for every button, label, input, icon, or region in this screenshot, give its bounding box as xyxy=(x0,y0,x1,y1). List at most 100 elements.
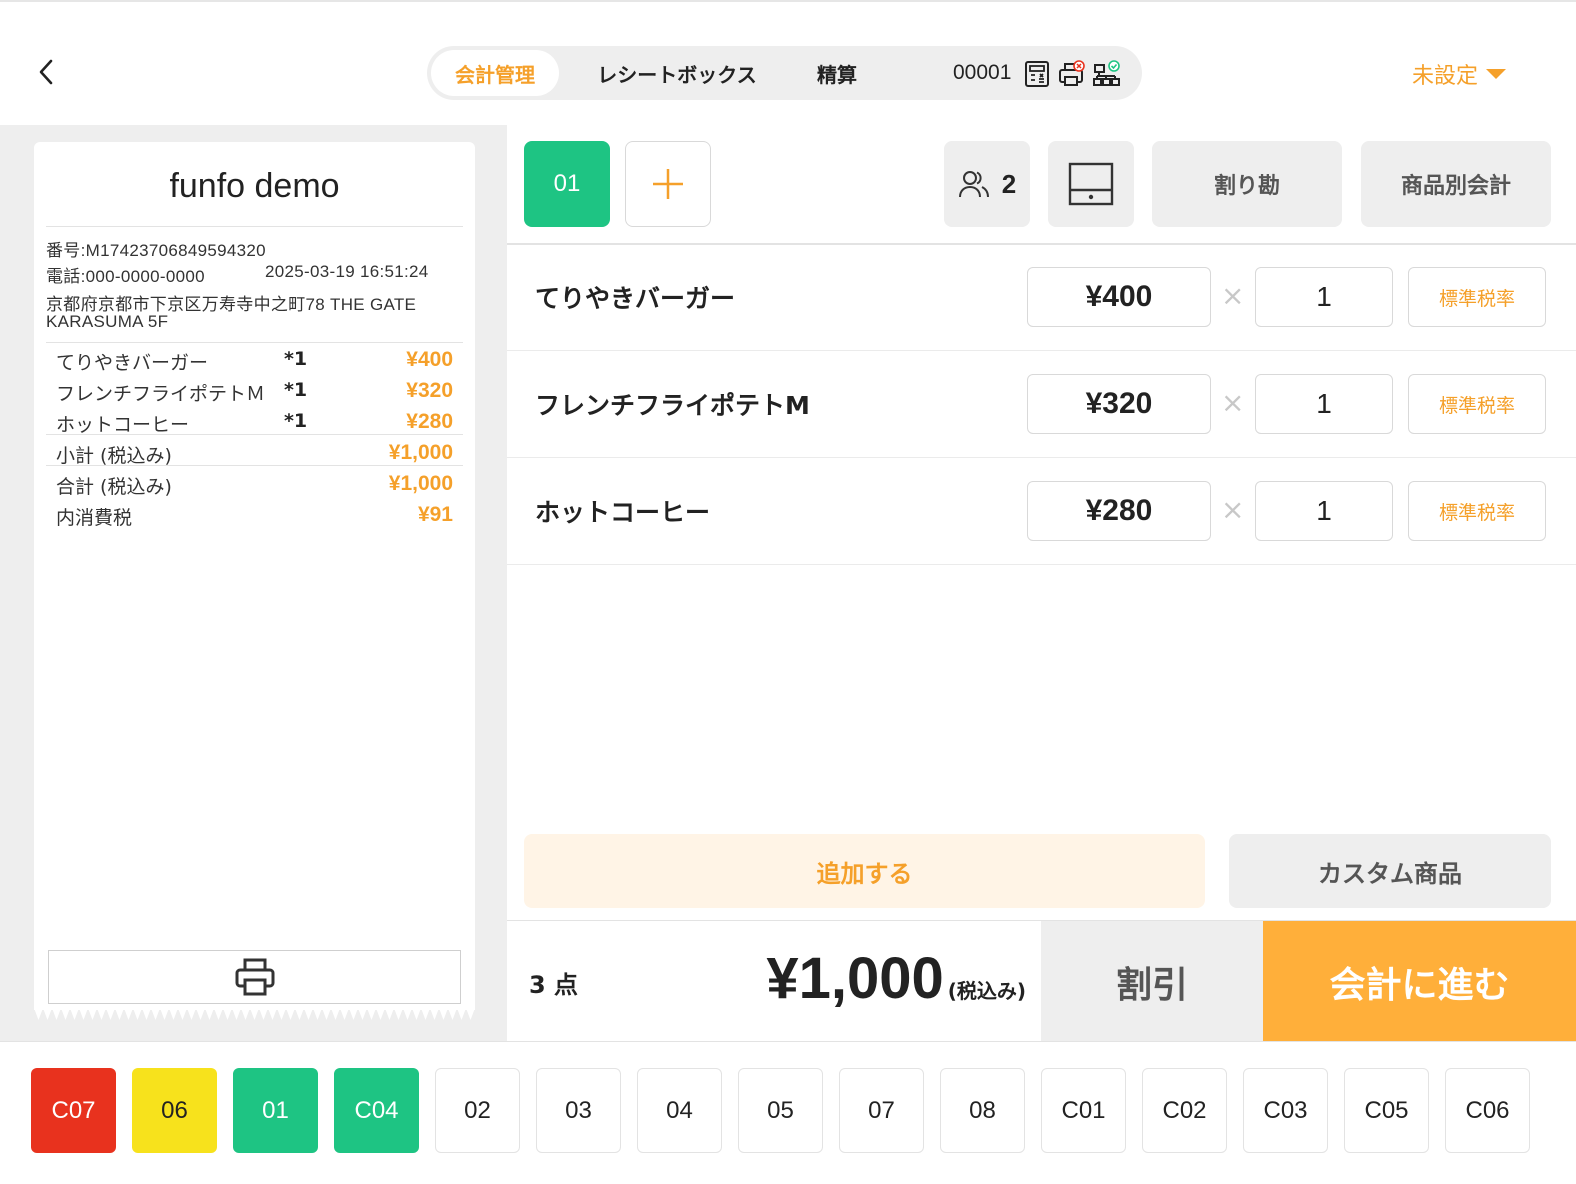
receipt-item-price: ¥320 xyxy=(406,379,453,402)
table-chip-c06[interactable]: C06 xyxy=(1445,1068,1530,1153)
order-tab-01[interactable]: 01 xyxy=(524,141,610,227)
order-item-price-field[interactable]: ¥280 xyxy=(1027,481,1211,541)
people-icon xyxy=(958,171,989,198)
table-chip-02[interactable]: 02 xyxy=(435,1068,520,1153)
order-item-tax-rate-button[interactable]: 標準税率 xyxy=(1408,374,1546,434)
add-order-tab-button[interactable] xyxy=(625,141,711,227)
top-bar: 会計管理 レシートボックス 精算 00001 未設定 xyxy=(0,0,1576,125)
receipt-line-item: フレンチフライポテトＭ *1 ¥320 xyxy=(56,375,453,405)
order-item-row: ホットコーヒー ¥280 × 1 標準税率 xyxy=(507,458,1576,565)
caret-down-icon xyxy=(1486,69,1507,79)
register-number: 00001 xyxy=(953,61,1012,84)
order-total-amount: ¥1,000 xyxy=(766,946,944,1011)
receipt-number: 番号:M17423706849594320 xyxy=(46,241,266,260)
table-chip-08[interactable]: 08 xyxy=(940,1068,1025,1153)
order-item-name: てりやきバーガー xyxy=(535,284,736,313)
order-item-price-field[interactable]: ¥400 xyxy=(1027,267,1211,327)
printer-icon xyxy=(235,958,274,996)
subtotal-value: ¥1,000 xyxy=(388,441,453,464)
print-receipt-button[interactable] xyxy=(48,950,461,1004)
total-value: ¥1,000 xyxy=(388,472,453,495)
chevron-left-icon xyxy=(39,59,53,85)
receipt-torn-edge xyxy=(34,1008,475,1020)
guest-count: 2 xyxy=(1001,168,1017,199)
receipt-address-line2: KARASUMA 5F xyxy=(46,312,169,331)
table-chip-05[interactable]: 05 xyxy=(738,1068,823,1153)
table-chip-c02[interactable]: C02 xyxy=(1142,1068,1227,1153)
receipt-item-qty: *1 xyxy=(284,410,308,432)
tab-settlement[interactable]: 精算 xyxy=(787,50,887,96)
order-item-row: フレンチフライポテトM ¥320 × 1 標準税率 xyxy=(507,351,1576,458)
divider xyxy=(46,226,463,227)
order-item-tax-rate-button[interactable]: 標準税率 xyxy=(1408,481,1546,541)
proceed-checkout-button[interactable]: 会計に進む xyxy=(1263,921,1576,1042)
tax-label: 内消費税 xyxy=(56,507,133,529)
table-chip-c01[interactable]: C01 xyxy=(1041,1068,1126,1153)
divider xyxy=(46,465,463,466)
network-connected-icon[interactable] xyxy=(1092,60,1120,88)
header-tab-bar: 会計管理 レシートボックス 精算 00001 xyxy=(427,46,1142,100)
status-dropdown[interactable]: 未設定 xyxy=(1412,58,1508,90)
table-chip-07[interactable]: 07 xyxy=(839,1068,924,1153)
cash-drawer-icon xyxy=(1068,162,1114,206)
add-item-button[interactable]: 追加する xyxy=(524,834,1205,908)
order-item-tax-rate-button[interactable]: 標準税率 xyxy=(1408,267,1546,327)
table-chip-c04[interactable]: C04 xyxy=(334,1068,419,1153)
guest-count-button[interactable]: 2 xyxy=(944,141,1030,227)
divider xyxy=(46,434,463,435)
receipt-total-row: 合計 (税込み) ¥1,000 xyxy=(56,468,453,498)
order-item-row: てりやきバーガー ¥400 × 1 標準税率 xyxy=(507,244,1576,351)
back-button[interactable] xyxy=(30,54,62,90)
tab-receipt-box[interactable]: レシートボックス xyxy=(577,50,777,96)
cash-drawer-button[interactable] xyxy=(1048,141,1134,227)
table-selector-bar: C07 06 01 C04 02 03 04 05 07 08 C01 C02 C03 C05 C06 xyxy=(0,1041,1576,1184)
order-item-qty-field[interactable]: 1 xyxy=(1255,374,1393,434)
table-chip-c05[interactable]: C05 xyxy=(1344,1068,1429,1153)
multiply-icon: × xyxy=(1221,386,1245,419)
multiply-icon: × xyxy=(1221,279,1245,312)
receipt-preview: funfo demo 番号:M17423706849594320 電話:000-… xyxy=(34,142,475,1010)
tax-value: ¥91 xyxy=(417,503,453,526)
receipt-subtotal-row: 小計 (税込み) ¥1,000 xyxy=(56,437,453,467)
plus-icon xyxy=(653,169,683,199)
order-item-price-field[interactable]: ¥320 xyxy=(1027,374,1211,434)
receipt-item-price: ¥400 xyxy=(406,348,453,371)
order-total: ¥1,000 (税込み) xyxy=(766,945,1026,1012)
table-chip-04[interactable]: 04 xyxy=(637,1068,722,1153)
receipt-item-qty: *1 xyxy=(284,348,308,370)
status-dropdown-label: 未設定 xyxy=(1412,64,1479,89)
receipt-datetime: 2025-03-19 16:51:24 xyxy=(265,262,429,281)
order-item-qty-field[interactable]: 1 xyxy=(1255,267,1393,327)
item-count: 3 点 xyxy=(529,971,579,999)
custom-item-button[interactable]: カスタム商品 xyxy=(1229,834,1551,908)
printer-error-icon[interactable] xyxy=(1057,60,1085,88)
receipt-item-name: ホットコーヒー xyxy=(56,414,190,436)
tab-accounting[interactable]: 会計管理 xyxy=(431,50,559,96)
divider xyxy=(46,342,463,343)
receipt-line-item: てりやきバーガー *1 ¥400 xyxy=(56,344,453,374)
per-item-checkout-button[interactable]: 商品別会計 xyxy=(1361,141,1551,227)
checkout-bar: 3 点 ¥1,000 (税込み) 割引 会計に進む xyxy=(507,920,1576,1042)
receipt-phone: 電話:000-0000-0000 xyxy=(46,267,205,286)
multiply-icon: × xyxy=(1221,493,1245,526)
order-item-name: ホットコーヒー xyxy=(535,498,711,527)
order-total-tax-note: (税込み) xyxy=(947,979,1026,1003)
receipt-item-qty: *1 xyxy=(284,379,308,401)
receipt-item-name: フレンチフライポテトＭ xyxy=(56,383,266,405)
order-item-qty-field[interactable]: 1 xyxy=(1255,481,1393,541)
table-chip-01[interactable]: 01 xyxy=(233,1068,318,1153)
receipt-tax-row: 内消費税 ¥91 xyxy=(56,499,453,529)
table-chip-c03[interactable]: C03 xyxy=(1243,1068,1328,1153)
shop-name: funfo demo xyxy=(169,167,340,205)
discount-button[interactable]: 割引 xyxy=(1041,921,1263,1042)
table-chip-c07[interactable]: C07 xyxy=(31,1068,116,1153)
calculator-icon[interactable] xyxy=(1023,60,1051,88)
table-chip-03[interactable]: 03 xyxy=(536,1068,621,1153)
subtotal-label: 小計 (税込み) xyxy=(56,445,172,467)
table-chip-06[interactable]: 06 xyxy=(132,1068,217,1153)
receipt-item-name: てりやきバーガー xyxy=(56,352,209,374)
receipt-item-price: ¥280 xyxy=(406,410,453,433)
split-bill-button[interactable]: 割り勘 xyxy=(1152,141,1342,227)
order-item-name: フレンチフライポテトM xyxy=(535,391,810,420)
receipt-line-item: ホットコーヒー *1 ¥280 xyxy=(56,406,453,436)
